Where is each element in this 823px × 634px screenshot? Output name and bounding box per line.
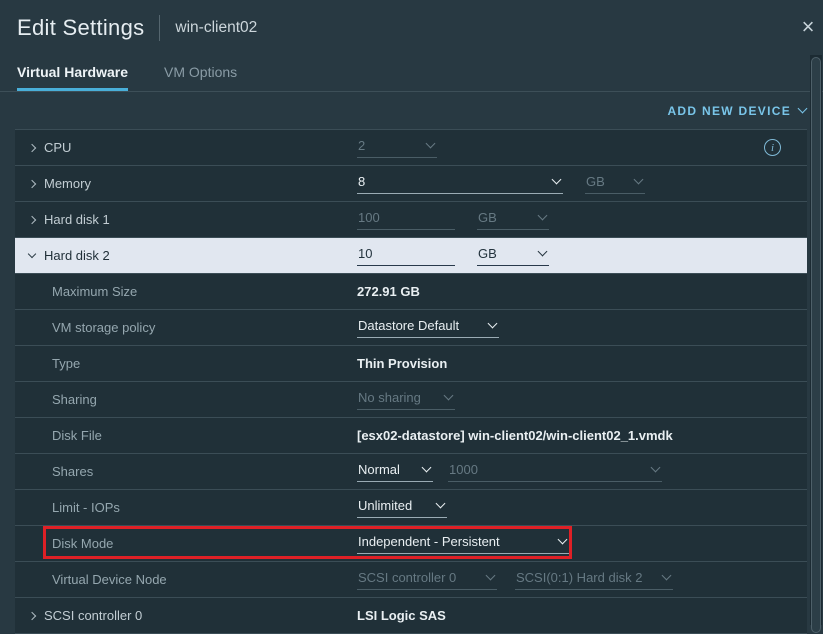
dialog-header: Edit Settings win-client02: [0, 0, 823, 42]
chevron-down-icon: [651, 462, 661, 472]
hard-disk-1-unit-select[interactable]: GB: [477, 210, 549, 230]
row-hard-disk-2[interactable]: Hard disk 2 10 GB: [15, 238, 807, 274]
add-new-device-button[interactable]: ADD NEW DEVICE: [667, 104, 806, 118]
memory-unit-select[interactable]: GB: [585, 174, 645, 194]
chevron-down-icon: [662, 570, 672, 580]
chevron-down-icon: [538, 246, 548, 256]
disk-file-value: [esx02-datastore] win-client02/win-clien…: [357, 428, 673, 443]
row-label: Limit - IOPs: [15, 500, 120, 515]
close-icon[interactable]: ×: [795, 14, 821, 40]
type-value: Thin Provision: [357, 356, 447, 371]
shares-count-value: 1000: [449, 462, 478, 477]
hard-disk-1-size-value: 100: [358, 210, 380, 225]
row-label: SCSI controller 0: [44, 608, 142, 623]
limit-iops-value: Unlimited: [358, 498, 412, 513]
row-label: Shares: [15, 464, 93, 479]
chevron-down-icon: [558, 534, 568, 544]
row-disk-file: Disk File [esx02-datastore] win-client02…: [15, 418, 807, 454]
chevron-down-icon: [444, 390, 454, 400]
row-label: Hard disk 2: [44, 248, 110, 263]
chevron-down-icon: [436, 498, 446, 508]
disk-mode-value: Independent - Persistent: [358, 534, 500, 549]
row-memory: Memory 8 GB: [15, 166, 807, 202]
tab-vm-options[interactable]: VM Options: [164, 56, 237, 91]
tab-bar: Virtual Hardware VM Options: [0, 56, 823, 92]
chevron-down-icon: [634, 174, 644, 184]
cpu-count-value: 2: [358, 138, 365, 153]
scrollbar-thumb[interactable]: [811, 57, 821, 633]
shares-level-dropdown[interactable]: Normal: [357, 462, 433, 482]
device-node-dropdown[interactable]: SCSI(0:1) Hard disk 2: [515, 570, 673, 590]
row-virtual-device-node: Virtual Device Node SCSI controller 0 SC…: [15, 562, 807, 598]
chevron-down-icon: [488, 318, 498, 328]
storage-policy-dropdown[interactable]: Datastore Default: [357, 318, 499, 338]
row-label: Hard disk 1: [44, 212, 110, 227]
limit-iops-dropdown[interactable]: Unlimited: [357, 498, 447, 518]
row-label: VM storage policy: [15, 320, 155, 335]
disk-mode-dropdown[interactable]: Independent - Persistent: [357, 534, 569, 554]
scsi-controller-dropdown[interactable]: SCSI controller 0: [357, 570, 497, 590]
add-new-device-label: ADD NEW DEVICE: [667, 104, 791, 118]
dialog-title: Edit Settings: [17, 15, 144, 41]
device-node-value: SCSI(0:1) Hard disk 2: [516, 570, 642, 585]
sharing-value: No sharing: [358, 390, 421, 405]
row-label: Sharing: [15, 392, 97, 407]
hard-disk-1-size-input[interactable]: 100: [357, 210, 455, 230]
chevron-right-icon[interactable]: [28, 143, 36, 151]
scsi-controller-value: SCSI controller 0: [358, 570, 456, 585]
hard-disk-2-size-value: 10: [358, 246, 372, 261]
row-sharing: Sharing No sharing: [15, 382, 807, 418]
tab-virtual-hardware[interactable]: Virtual Hardware: [17, 56, 128, 91]
title-separator: [159, 15, 160, 41]
row-label: Disk File: [15, 428, 102, 443]
row-vm-storage-policy: VM storage policy Datastore Default: [15, 310, 807, 346]
hard-disk-2-unit-value: GB: [478, 246, 497, 261]
row-disk-mode: Disk Mode Independent - Persistent: [15, 526, 807, 562]
memory-size-combo[interactable]: 8: [357, 174, 563, 194]
row-hard-disk-1: Hard disk 1 100 GB: [15, 202, 807, 238]
hard-disk-2-size-input[interactable]: 10: [357, 246, 455, 266]
chevron-down-icon[interactable]: [28, 249, 36, 257]
row-limit-iops: Limit - IOPs Unlimited: [15, 490, 807, 526]
chevron-down-icon: [426, 138, 436, 148]
memory-size-value: 8: [358, 174, 365, 189]
row-cpu: CPU 2 i: [15, 130, 807, 166]
row-maximum-size: Maximum Size 272.91 GB: [15, 274, 807, 310]
row-label: Memory: [44, 176, 91, 191]
title-line: Edit Settings win-client02: [17, 14, 806, 42]
row-label: Maximum Size: [15, 284, 137, 299]
storage-policy-value: Datastore Default: [358, 318, 459, 333]
row-label: Disk Mode: [15, 536, 113, 551]
scsi-controller-type-value: LSI Logic SAS: [357, 608, 446, 623]
row-type: Type Thin Provision: [15, 346, 807, 382]
shares-count-combo[interactable]: 1000: [448, 462, 662, 482]
chevron-right-icon[interactable]: [28, 611, 36, 619]
chevron-down-icon: [538, 210, 548, 220]
chevron-right-icon[interactable]: [28, 215, 36, 223]
info-icon[interactable]: i: [764, 139, 781, 156]
maximum-size-value: 272.91 GB: [357, 284, 420, 299]
chevron-down-icon: [552, 174, 562, 184]
cpu-count-select[interactable]: 2: [357, 138, 437, 158]
toolbar: ADD NEW DEVICE: [0, 92, 823, 129]
hardware-table: CPU 2 i Memory 8 GB Hard disk 1 100 GB: [15, 129, 807, 634]
hard-disk-1-unit-value: GB: [478, 210, 497, 225]
row-label: Virtual Device Node: [15, 572, 167, 587]
chevron-down-icon: [422, 462, 432, 472]
chevron-right-icon[interactable]: [28, 179, 36, 187]
vertical-scrollbar[interactable]: [810, 55, 822, 625]
row-scsi-controller-0: SCSI controller 0 LSI Logic SAS: [15, 598, 807, 634]
hard-disk-2-unit-select[interactable]: GB: [477, 246, 549, 266]
shares-level-value: Normal: [358, 462, 400, 477]
vm-name: win-client02: [175, 19, 257, 37]
row-shares: Shares Normal 1000: [15, 454, 807, 490]
chevron-down-icon: [486, 570, 496, 580]
sharing-dropdown[interactable]: No sharing: [357, 390, 455, 410]
row-label: CPU: [44, 140, 71, 155]
memory-unit-value: GB: [586, 174, 605, 189]
row-label: Type: [15, 356, 80, 371]
chevron-down-icon: [798, 104, 808, 114]
